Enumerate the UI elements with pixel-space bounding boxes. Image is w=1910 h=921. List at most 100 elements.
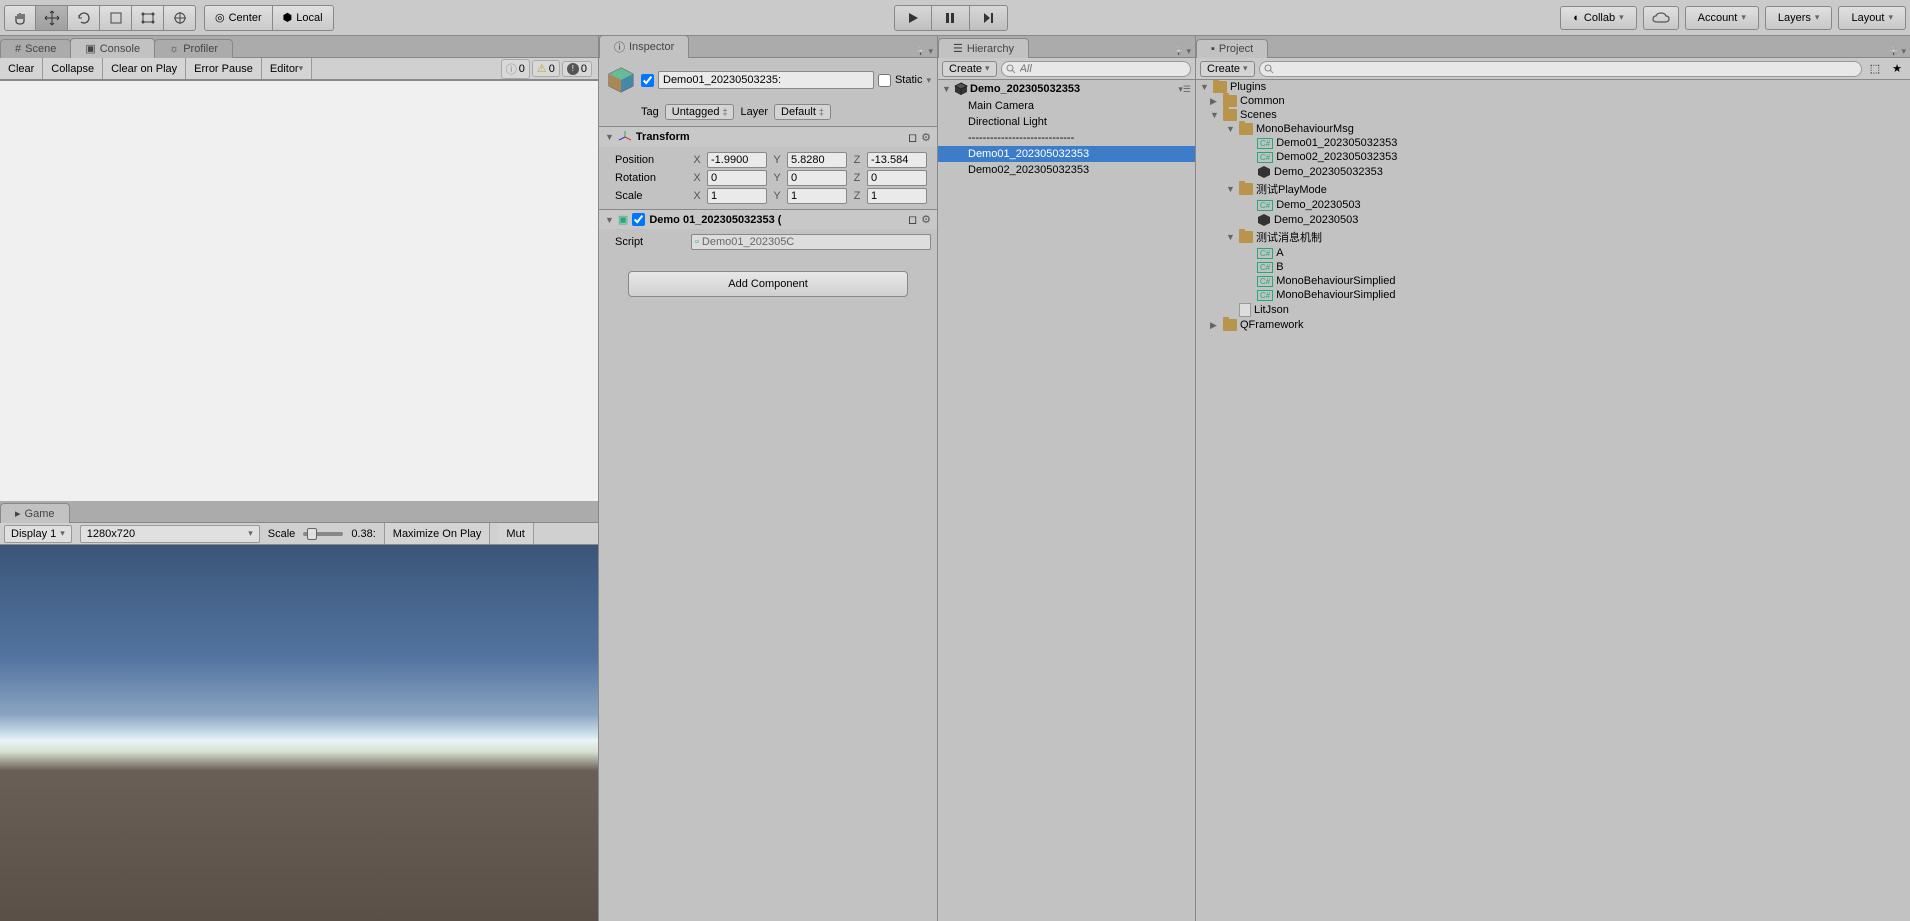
panel-menu-icon[interactable] bbox=[1901, 45, 1906, 57]
scale-slider[interactable] bbox=[303, 532, 343, 536]
hierarchy-item[interactable]: ----------------------------- bbox=[938, 130, 1195, 146]
component-enabled-checkbox[interactable] bbox=[632, 213, 645, 226]
hierarchy-item[interactable]: Directional Light bbox=[938, 114, 1195, 130]
tab-game[interactable]: ▸ Game bbox=[0, 503, 70, 523]
console-error-pause-button[interactable]: Error Pause bbox=[186, 58, 262, 79]
project-folder[interactable]: ▼测试消息机制 bbox=[1196, 228, 1910, 246]
script-object-field[interactable]: ▫ Demo01_202305C bbox=[691, 234, 931, 250]
console-collapse-button[interactable]: Collapse bbox=[43, 58, 103, 79]
step-button[interactable] bbox=[970, 5, 1008, 31]
warn-count-chip[interactable]: ⚠0 bbox=[532, 60, 560, 77]
hierarchy-item[interactable]: Demo02_202305032353 bbox=[938, 162, 1195, 178]
console-body[interactable] bbox=[0, 80, 598, 501]
project-script-item[interactable]: C#MonoBehaviourSimplied bbox=[1196, 288, 1910, 302]
project-folder[interactable]: ▼测试PlayMode bbox=[1196, 180, 1910, 198]
tab-project[interactable]: ▪ Project bbox=[1196, 39, 1268, 58]
error-count-chip[interactable]: !0 bbox=[562, 61, 592, 77]
hierarchy-item-selected[interactable]: Demo01_202305032353 bbox=[938, 146, 1195, 162]
display-dropdown[interactable]: Display 1 ▾ bbox=[4, 525, 72, 543]
game-view[interactable] bbox=[0, 545, 598, 921]
layout-button[interactable]: Layout ▾ bbox=[1838, 6, 1906, 30]
collab-button[interactable]: ◐ Collab ▾ bbox=[1560, 6, 1636, 30]
rotation-x-input[interactable] bbox=[707, 170, 767, 186]
project-folder[interactable]: ▼MonoBehaviourMsg bbox=[1196, 122, 1910, 136]
cloud-button[interactable] bbox=[1643, 6, 1679, 30]
tab-hierarchy[interactable]: ☰ Hierarchy bbox=[938, 38, 1029, 58]
rotation-z-input[interactable] bbox=[867, 170, 927, 186]
project-folder[interactable]: ▶QFramework bbox=[1196, 318, 1910, 332]
hierarchy-body[interactable]: ▼ Demo_202305032353 ▾☰ Main Camera Direc… bbox=[938, 80, 1195, 921]
layers-button[interactable]: Layers ▾ bbox=[1765, 6, 1833, 30]
project-create-dropdown[interactable]: Create ▾ bbox=[1200, 61, 1255, 77]
gear-icon[interactable] bbox=[921, 213, 931, 226]
project-script-item[interactable]: C#Demo_20230503 bbox=[1196, 198, 1910, 212]
hierarchy-search-input[interactable] bbox=[1001, 61, 1191, 77]
help-icon[interactable]: ◻ bbox=[908, 131, 917, 144]
scale-y-input[interactable] bbox=[787, 188, 847, 204]
static-checkbox[interactable] bbox=[878, 74, 891, 87]
gameobject-active-checkbox[interactable] bbox=[641, 74, 654, 87]
maximize-on-play-button[interactable]: Maximize On Play bbox=[384, 523, 491, 544]
lock-icon[interactable] bbox=[1173, 45, 1184, 57]
project-search-input[interactable] bbox=[1259, 61, 1862, 77]
gear-icon[interactable] bbox=[921, 131, 931, 144]
panel-menu-icon[interactable] bbox=[1186, 45, 1191, 57]
gameobject-name-input[interactable] bbox=[658, 71, 874, 89]
position-x-input[interactable] bbox=[707, 152, 767, 168]
rect-tool-button[interactable] bbox=[132, 5, 164, 31]
help-icon[interactable]: ◻ bbox=[908, 213, 917, 226]
tab-scene[interactable]: # Scene bbox=[0, 39, 71, 58]
pivot-local-button[interactable]: ⬢ Local bbox=[273, 5, 334, 31]
project-script-item[interactable]: C#A bbox=[1196, 246, 1910, 260]
tab-profiler[interactable]: ☼ Profiler bbox=[154, 39, 233, 58]
project-folder[interactable]: ▼Plugins bbox=[1196, 80, 1910, 94]
project-script-item[interactable]: C#MonoBehaviourSimplied bbox=[1196, 274, 1910, 288]
move-tool-button[interactable] bbox=[36, 5, 68, 31]
account-button[interactable]: Account ▾ bbox=[1685, 6, 1759, 30]
pause-button[interactable] bbox=[932, 5, 970, 31]
lock-icon[interactable] bbox=[915, 45, 926, 57]
tab-inspector[interactable]: ⓘ Inspector bbox=[599, 35, 689, 58]
rotate-tool-button[interactable] bbox=[68, 5, 100, 31]
static-dropdown-icon[interactable]: ▾ bbox=[926, 75, 931, 86]
project-body[interactable]: ▼Plugins ▶Common ▼Scenes ▼MonoBehaviourM… bbox=[1196, 80, 1910, 921]
project-scene-item[interactable]: Demo_20230503 bbox=[1196, 212, 1910, 228]
pivot-center-button[interactable]: ◎ Center bbox=[204, 5, 273, 31]
panel-menu-icon[interactable] bbox=[928, 45, 933, 57]
lock-icon[interactable] bbox=[1888, 45, 1899, 57]
tag-dropdown[interactable]: Untagged ‡ bbox=[665, 104, 735, 120]
scale-tool-button[interactable] bbox=[100, 5, 132, 31]
project-script-item[interactable]: C#B bbox=[1196, 260, 1910, 274]
favorite-icon[interactable]: ★ bbox=[1888, 62, 1906, 75]
project-dll-item[interactable]: LitJson bbox=[1196, 302, 1910, 318]
scale-x-input[interactable] bbox=[707, 188, 767, 204]
mute-audio-button[interactable]: Mut bbox=[498, 523, 533, 544]
position-y-input[interactable] bbox=[787, 152, 847, 168]
tab-console[interactable]: ▣ Console bbox=[70, 38, 155, 58]
console-editor-dropdown[interactable]: Editor ▾ bbox=[262, 58, 312, 79]
hierarchy-scene-root[interactable]: ▼ Demo_202305032353 ▾☰ bbox=[938, 80, 1195, 98]
project-folder[interactable]: ▶Common bbox=[1196, 94, 1910, 108]
transform-header[interactable]: ▼ Transform ◻ bbox=[599, 127, 937, 147]
hand-tool-button[interactable] bbox=[4, 5, 36, 31]
console-clear-button[interactable]: Clear bbox=[0, 58, 43, 79]
project-script-item[interactable]: C#Demo02_202305032353 bbox=[1196, 150, 1910, 164]
project-scene-item[interactable]: Demo_202305032353 bbox=[1196, 164, 1910, 180]
transform-tool-button[interactable] bbox=[164, 5, 196, 31]
hierarchy-create-dropdown[interactable]: Create ▾ bbox=[942, 61, 997, 77]
script-component-header[interactable]: ▼ ▣ Demo 01_202305032353 ( ◻ bbox=[599, 210, 937, 229]
project-folder[interactable]: ▼Scenes bbox=[1196, 108, 1910, 122]
play-button[interactable] bbox=[894, 5, 932, 31]
rotation-y-input[interactable] bbox=[787, 170, 847, 186]
scene-menu-icon[interactable]: ▾☰ bbox=[1178, 84, 1191, 95]
layer-dropdown[interactable]: Default ‡ bbox=[774, 104, 831, 120]
scale-z-input[interactable] bbox=[867, 188, 927, 204]
add-component-button[interactable]: Add Component bbox=[628, 271, 908, 297]
project-script-item[interactable]: C#Demo01_202305032353 bbox=[1196, 136, 1910, 150]
position-z-input[interactable] bbox=[867, 152, 927, 168]
resolution-dropdown[interactable]: 1280x720 ▾ bbox=[80, 525, 260, 543]
console-clear-on-play-button[interactable]: Clear on Play bbox=[103, 58, 186, 79]
info-count-chip[interactable]: ⓘ0 bbox=[501, 59, 530, 79]
filter-icon[interactable]: ⬚ bbox=[1866, 62, 1884, 75]
foldout-icon[interactable]: ▼ bbox=[942, 84, 952, 94]
